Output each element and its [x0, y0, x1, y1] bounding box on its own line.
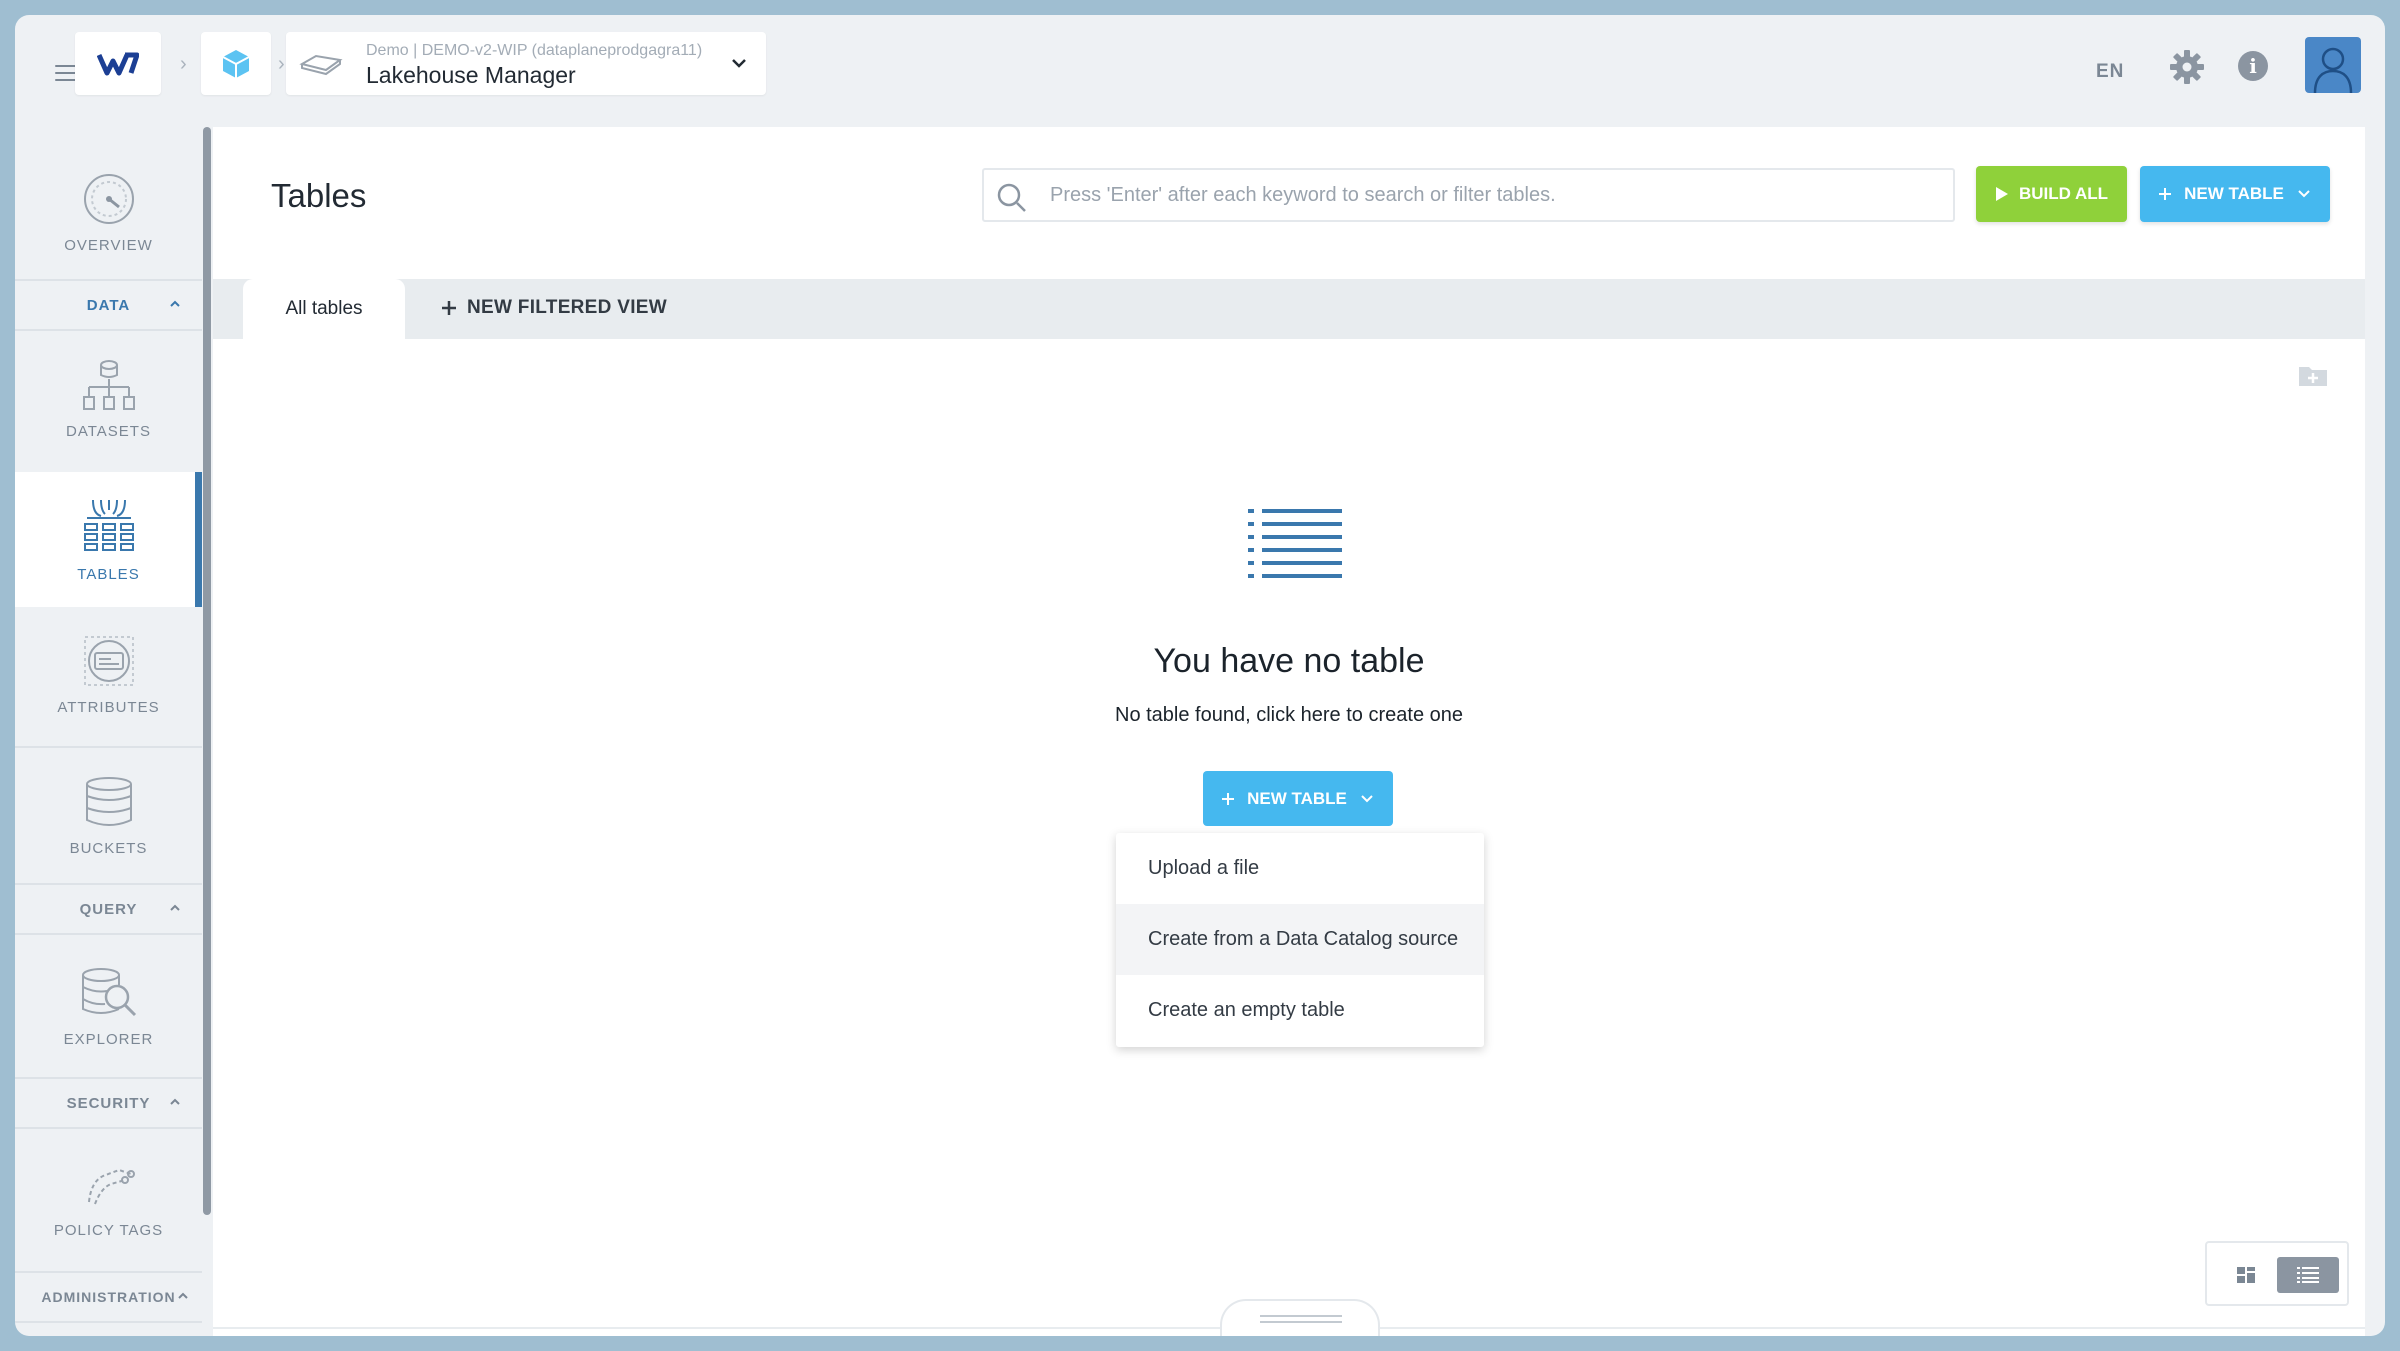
view-tabs: All tables NEW FILTERED VIEW — [213, 279, 2365, 339]
sidebar-section-security[interactable]: SECURITY — [15, 1077, 202, 1129]
sidebar-item-datasets[interactable]: DATASETS — [15, 333, 202, 463]
chevron-down-icon — [2298, 190, 2310, 198]
language-selector[interactable]: EN — [2096, 61, 2124, 83]
tab-label: NEW FILTERED VIEW — [467, 297, 668, 318]
new-table-button-center[interactable]: NEW TABLE — [1203, 771, 1393, 826]
menu-item-upload-file[interactable]: Upload a file — [1116, 833, 1484, 904]
empty-state-title: You have no table — [1153, 642, 1425, 680]
new-table-dropdown-menu: Upload a file Create from a Data Catalog… — [1116, 833, 1484, 1047]
datasets-hierarchy-icon — [82, 359, 135, 410]
sidebar-item-attributes[interactable]: ATTRIBUTES — [15, 607, 202, 742]
sidebar-section-query[interactable]: QUERY — [15, 883, 202, 935]
chevron-up-icon — [170, 300, 180, 307]
sidebar-item-label: BUCKETS — [69, 840, 148, 857]
new-table-button[interactable]: NEW TABLE — [2140, 166, 2330, 222]
plus-icon — [442, 301, 456, 315]
gear-icon[interactable] — [2167, 47, 2207, 87]
active-indicator — [195, 472, 202, 607]
sidebar-item-overview[interactable]: OVERVIEW — [15, 147, 202, 277]
play-icon — [1995, 187, 2008, 201]
button-label: NEW TABLE — [2184, 184, 2284, 203]
org-line: Demo | DEMO-v2-WIP (dataplaneprodgagra11… — [366, 42, 703, 59]
chevron-up-icon — [170, 904, 180, 911]
brand-logo[interactable] — [75, 32, 161, 95]
handle-line — [1260, 1315, 1342, 1317]
attributes-icon — [83, 636, 134, 686]
list-view-button[interactable] — [2277, 1257, 2339, 1293]
sidebar-section-data[interactable]: DATA — [15, 279, 202, 331]
sidebar: OVERVIEW DATA DATASETS TABLES ATTRIBUTES… — [15, 127, 205, 1336]
brand-logo-icon — [97, 52, 139, 75]
breadcrumb-separator: › — [278, 53, 285, 75]
grid-view-button[interactable] — [2215, 1257, 2277, 1293]
sidebar-item-tables[interactable]: TABLES — [15, 472, 202, 607]
info-icon[interactable]: i — [2238, 51, 2268, 81]
sidebar-scrollbar[interactable] — [203, 127, 211, 1215]
section-label: ADMINISTRATION — [41, 1289, 176, 1305]
avatar[interactable] — [2305, 37, 2361, 93]
lakehouse-icon — [299, 54, 343, 76]
search-icon — [997, 183, 1026, 212]
explorer-search-icon — [81, 967, 136, 1016]
app-title: Lakehouse Manager — [366, 62, 576, 88]
top-bar: › › Demo | DEMO-v2-WIP (dataplaneprodgag… — [15, 15, 2385, 127]
database-icon — [85, 777, 132, 826]
sidebar-item-label: DATASETS — [66, 422, 151, 440]
chevron-up-icon — [178, 1292, 188, 1299]
list-icon — [2297, 1267, 2319, 1283]
plus-icon — [1222, 792, 1235, 805]
add-folder-icon[interactable] — [2298, 363, 2328, 387]
chevron-down-icon — [1361, 794, 1373, 802]
sidebar-item-policy-tags[interactable]: POLICY TAGS — [15, 1131, 202, 1269]
bottom-drawer-handle[interactable] — [1220, 1299, 1380, 1336]
dashboard-gauge-icon — [83, 173, 134, 224]
app-switcher[interactable]: Demo | DEMO-v2-WIP (dataplaneprodgagra11… — [286, 32, 766, 95]
main-panel: Tables BUILD ALL NEW TABLE All tables NE… — [213, 127, 2365, 1336]
sidebar-item-label: EXPLORER — [63, 1030, 154, 1048]
user-icon — [2313, 47, 2353, 93]
section-label: DATA — [86, 296, 131, 314]
policy-tags-icon — [87, 1168, 135, 1204]
search-box[interactable] — [982, 168, 1955, 222]
sidebar-section-administration[interactable]: ADMINISTRATION — [15, 1271, 202, 1323]
breadcrumb-separator: › — [180, 53, 187, 75]
page-title: Tables — [271, 177, 367, 214]
button-label: BUILD ALL — [2018, 184, 2109, 203]
section-label: QUERY — [79, 900, 138, 918]
app-window: › › Demo | DEMO-v2-WIP (dataplaneprodgag… — [15, 15, 2385, 1336]
menu-item-create-empty-table[interactable]: Create an empty table — [1116, 975, 1484, 1046]
cube-icon — [222, 49, 250, 78]
chevron-up-icon — [170, 1098, 180, 1105]
sidebar-item-label: OVERVIEW — [64, 236, 153, 254]
grid-icon — [2237, 1267, 2255, 1283]
build-all-button[interactable]: BUILD ALL — [1976, 166, 2127, 222]
handle-line — [1260, 1321, 1342, 1323]
sidebar-item-explorer[interactable]: EXPLORER — [15, 937, 202, 1075]
sidebar-item-buckets[interactable]: BUCKETS — [15, 748, 202, 883]
chevron-down-icon[interactable] — [728, 52, 750, 74]
new-filtered-view-button[interactable]: NEW FILTERED VIEW — [441, 297, 667, 319]
tables-icon — [83, 499, 134, 551]
tab-all-tables[interactable]: All tables — [243, 279, 405, 339]
list-icon — [1248, 509, 1342, 578]
search-input[interactable] — [1050, 180, 1930, 210]
project-breadcrumb[interactable] — [201, 32, 271, 95]
plus-icon — [2159, 188, 2172, 200]
menu-icon[interactable] — [55, 65, 77, 81]
empty-state-subtitle[interactable]: No table found, click here to create one — [213, 704, 2365, 727]
sidebar-item-label: ATTRIBUTES — [57, 699, 160, 716]
button-label: NEW TABLE — [1247, 788, 1347, 808]
sidebar-item-label: POLICY TAGS — [53, 1221, 164, 1239]
sidebar-item-label: TABLES — [77, 566, 140, 583]
view-toggle — [2205, 1241, 2349, 1306]
menu-item-create-from-catalog[interactable]: Create from a Data Catalog source — [1116, 904, 1484, 975]
section-label: SECURITY — [66, 1094, 151, 1112]
